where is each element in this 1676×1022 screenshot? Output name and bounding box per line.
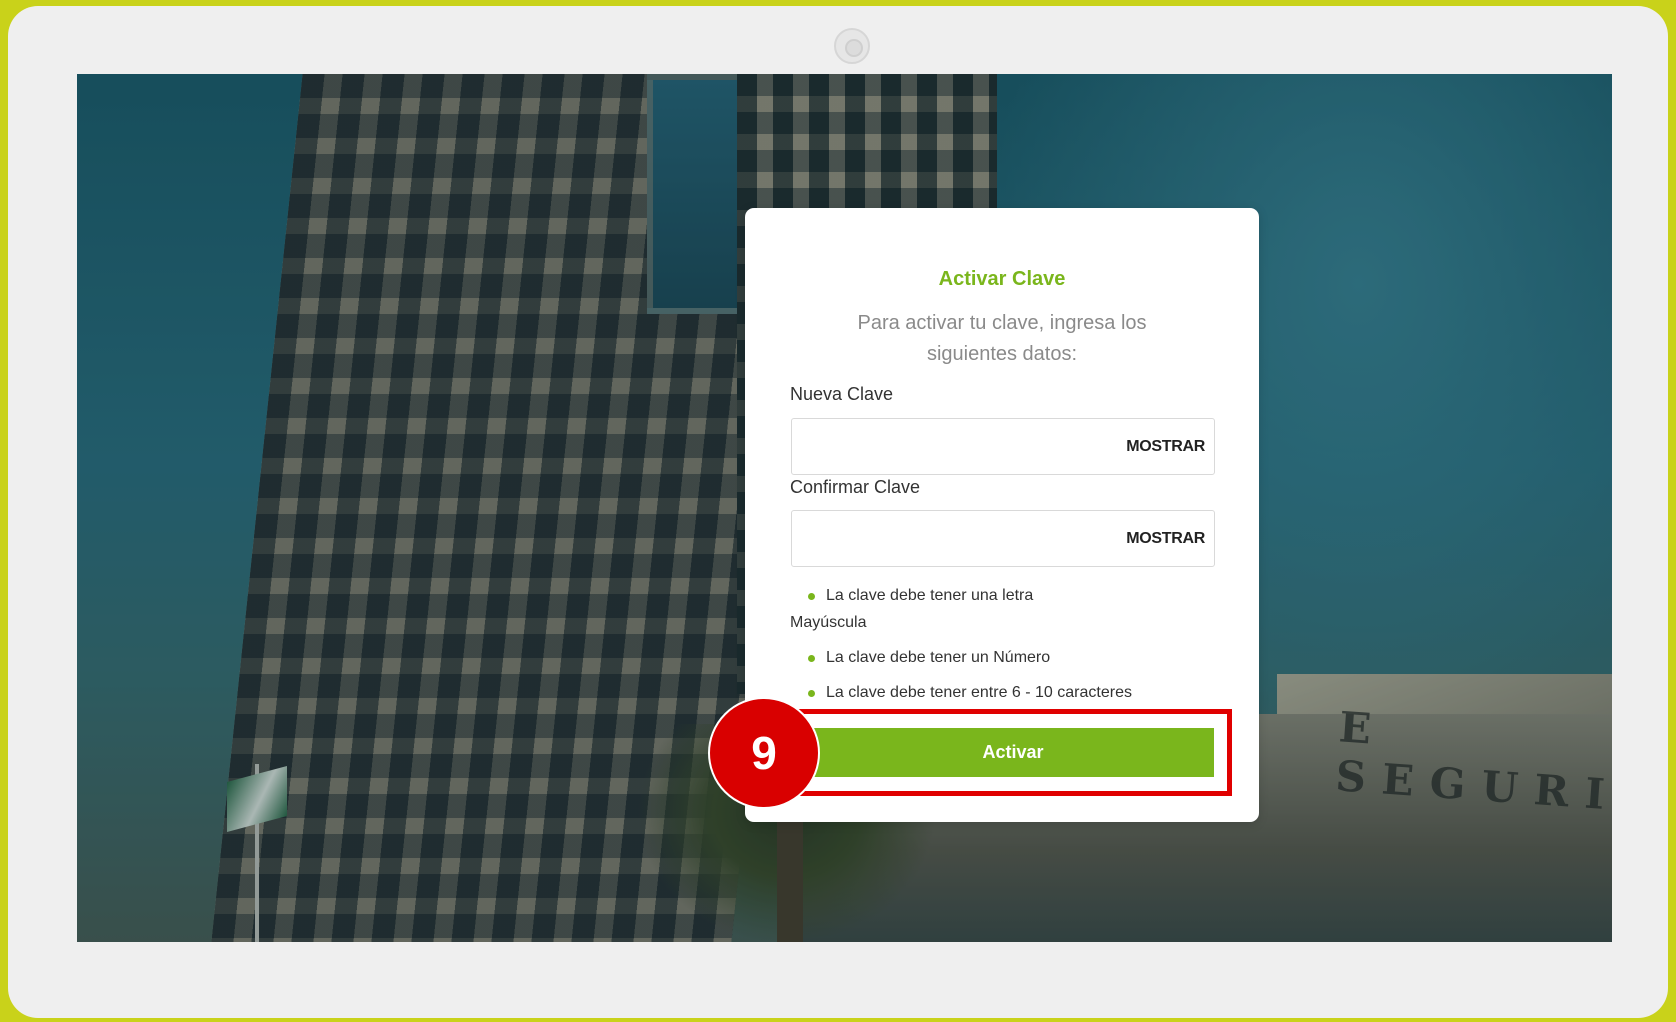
confirm-password-input[interactable] xyxy=(792,511,1122,566)
rule-text: La clave debe tener una letra xyxy=(826,587,1034,604)
bullet-icon xyxy=(808,593,815,600)
rule-text-continuation: Mayúscula xyxy=(790,614,867,631)
highlight-box xyxy=(788,709,1232,796)
camera-icon xyxy=(834,28,870,64)
rule-length: La clave debe tener entre 6 - 10 caracte… xyxy=(790,679,1170,706)
new-password-input[interactable] xyxy=(792,419,1122,474)
confirm-password-field: MOSTRAR xyxy=(791,510,1215,567)
confirm-password-label: Confirmar Clave xyxy=(790,477,921,497)
rule-text: La clave debe tener entre 6 - 10 caracte… xyxy=(826,684,1132,701)
show-confirm-password-button[interactable]: MOSTRAR xyxy=(1126,530,1205,548)
card-subtitle: Para activar tu clave, ingresa los sigui… xyxy=(857,312,1147,365)
new-password-field: MOSTRAR xyxy=(791,418,1215,475)
new-password-label: Nueva Clave xyxy=(790,384,894,404)
rule-uppercase: La clave debe tener una letra Mayúscula xyxy=(790,582,1170,636)
rule-text: La clave debe tener un Número xyxy=(826,649,1051,666)
rule-number: La clave debe tener un Número xyxy=(790,644,1170,671)
step-badge: 9 xyxy=(708,697,820,809)
password-rules: La clave debe tener una letra Mayúscula … xyxy=(790,582,1170,706)
card-title: Activar Clave xyxy=(938,268,1066,290)
bullet-icon xyxy=(808,690,815,697)
show-new-password-button[interactable]: MOSTRAR xyxy=(1126,438,1205,456)
bullet-icon xyxy=(808,655,815,662)
